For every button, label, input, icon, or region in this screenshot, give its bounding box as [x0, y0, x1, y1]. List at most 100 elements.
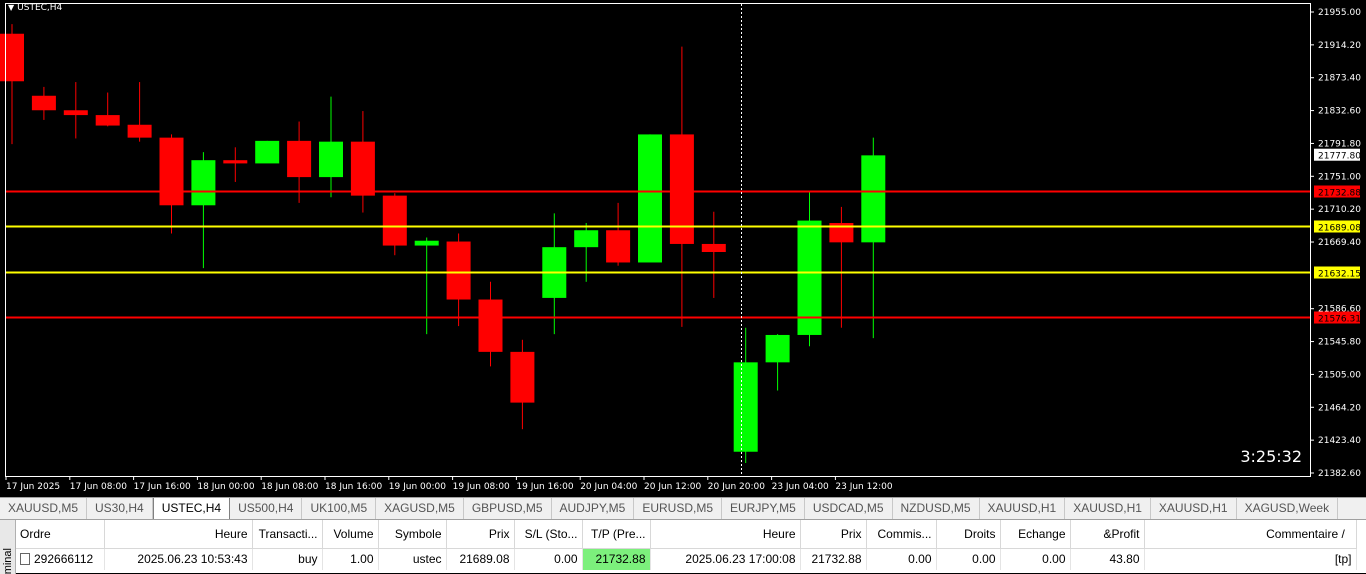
cell-prix-open: 21689.08	[446, 548, 515, 570]
tab-xagusd-week[interactable]: XAGUSD,Week	[1237, 498, 1339, 519]
time-tick-label: 17 Jun 08:00	[70, 482, 127, 492]
tab-uk100-m5[interactable]: UK100,M5	[302, 498, 377, 519]
table-header-row: Ordre Heure Transacti... Volume Symbole …	[16, 520, 1357, 549]
tab-xauusd-h1-b[interactable]: XAUUSD,H1	[1065, 498, 1151, 519]
cell-commentaire: [tp]	[1144, 548, 1357, 570]
table-row[interactable]: 292666112 2025.06.23 10:53:43 buy 1.00 u…	[16, 548, 1357, 570]
dropdown-triangle-icon[interactable]: ▼	[8, 3, 14, 12]
col-ordre[interactable]: Ordre	[16, 520, 105, 549]
candle	[861, 137, 886, 339]
candlestick-chart[interactable]: 21732.88 21689.08 21632.15 21576.31 21955.0…	[0, 0, 1366, 497]
col-transaction[interactable]: Transacti...	[252, 520, 323, 549]
candle	[829, 206, 854, 328]
price-tick-label: 21545.80	[1318, 338, 1361, 348]
col-symbole[interactable]: Symbole	[378, 520, 447, 549]
chart-tabs: XAUUSD,M5 US30,H4 USTEC,H4 US500,H4 UK10…	[0, 497, 1366, 519]
price-level-label: 21632.15	[1318, 270, 1361, 280]
col-profit[interactable]: &Profit	[1070, 520, 1145, 549]
col-prix-open[interactable]: Prix	[446, 520, 515, 549]
candle	[638, 134, 662, 263]
candle-body-bear	[63, 110, 88, 116]
candle-body-bear	[127, 124, 152, 138]
tab-us30-h4[interactable]: US30,H4	[87, 498, 153, 519]
current-price-label: 21777.80	[1318, 152, 1361, 162]
candle-body-bear	[510, 351, 535, 403]
candle	[255, 140, 280, 164]
tab-nzdusd-m5[interactable]: NZDUSD,M5	[893, 498, 980, 519]
cell-volume: 1.00	[322, 548, 379, 570]
candle-body-bull	[733, 362, 758, 452]
cell-symbole: ustec	[378, 548, 447, 570]
candle	[127, 82, 152, 142]
tab-xauusd-h1-c[interactable]: XAUUSD,H1	[1151, 498, 1237, 519]
candle	[350, 111, 375, 213]
col-commission[interactable]: Commis...	[866, 520, 937, 549]
candle-timer: 3:25:32	[1240, 447, 1302, 466]
cell-ordre-value: 292666112	[34, 552, 94, 567]
col-volume[interactable]: Volume	[322, 520, 379, 549]
sort-indicator: /	[1341, 526, 1345, 541]
col-droits[interactable]: Droits	[936, 520, 1001, 549]
time-tick-label: 18 Jun 08:00	[261, 482, 318, 492]
time-tick-label: 17 Jun 16:00	[134, 482, 191, 492]
time-tick-label: 19 Jun 08:00	[453, 482, 510, 492]
candle	[382, 193, 407, 256]
candle	[765, 334, 790, 391]
history-table: Ordre Heure Transacti... Volume Symbole …	[16, 520, 1357, 570]
candle-body-bull	[861, 155, 886, 243]
candle	[606, 202, 631, 266]
price-tick-label: 21505.00	[1318, 370, 1361, 380]
tab-us500-h4[interactable]: US500,H4	[230, 498, 303, 519]
tab-eurusd-m5[interactable]: EURUSD,M5	[634, 498, 723, 519]
cell-transaction: buy	[252, 548, 323, 570]
terminal-panel: minal Ordre Heure Transacti... Volume Sy…	[0, 519, 1366, 574]
col-commentaire[interactable]: Commentaire /	[1144, 520, 1357, 549]
tab-xauusd-h1-a[interactable]: XAUUSD,H1	[980, 498, 1066, 519]
candle	[797, 192, 822, 347]
col-heure-close[interactable]: Heure	[650, 520, 801, 549]
candle	[31, 86, 56, 120]
price-tick-label: 21751.00	[1318, 172, 1361, 182]
tab-gbpusd-m5[interactable]: GBPUSD,M5	[464, 498, 552, 519]
cell-heure-close: 2025.06.23 17:00:08	[650, 548, 801, 570]
candle	[319, 96, 343, 198]
candle-body-bear	[0, 33, 24, 82]
candle	[542, 213, 567, 335]
col-prix-close[interactable]: Prix	[800, 520, 867, 549]
tab-audjpy-m5[interactable]: AUDJPY,M5	[552, 498, 635, 519]
col-sl[interactable]: S/L (Sto...	[514, 520, 583, 549]
time-tick-label: 19 Jun 16:00	[516, 482, 573, 492]
price-tick-label: 21669.40	[1318, 238, 1361, 248]
price-level-label: 21732.88	[1318, 189, 1361, 199]
chart-window[interactable]: 21732.88 21689.08 21632.15 21576.31 21955.0…	[0, 0, 1366, 497]
candle	[510, 339, 535, 430]
col-commentaire-label: Commentaire	[1266, 526, 1339, 541]
tab-xagusd-m5[interactable]: XAGUSD,M5	[376, 498, 464, 519]
tab-ustec-h4[interactable]: USTEC,H4	[152, 498, 231, 519]
col-heure-open[interactable]: Heure	[104, 520, 253, 549]
time-tick-label: 20 Jun 12:00	[644, 482, 701, 492]
cell-echange: 0.00	[1000, 548, 1071, 570]
cell-sl: 0.00	[514, 548, 583, 570]
price-level-label: 21689.08	[1318, 224, 1361, 234]
price-tick-label: 21382.60	[1318, 469, 1361, 479]
candle	[446, 233, 471, 327]
tab-eurjpy-m5[interactable]: EURJPY,M5	[722, 498, 805, 519]
col-tp[interactable]: T/P (Pre...	[582, 520, 651, 549]
price-tick-label: 21955.00	[1318, 8, 1361, 18]
candle-body-bull	[255, 140, 280, 164]
candle	[0, 24, 24, 145]
candle-body-bear	[95, 115, 120, 126]
candle-body-bear	[350, 141, 375, 196]
price-tick-label: 21873.40	[1318, 74, 1361, 84]
candle-body-bull	[191, 160, 216, 206]
col-echange[interactable]: Echange	[1000, 520, 1071, 549]
cell-droits: 0.00	[936, 548, 1001, 570]
candle	[63, 82, 88, 139]
tab-usdcad-m5[interactable]: USDCAD,M5	[805, 498, 893, 519]
terminal-side-strip[interactable]: minal	[0, 520, 16, 574]
symbol-name: USTEC,H4	[17, 3, 63, 13]
symbol-label[interactable]: ▼ USTEC,H4	[8, 3, 62, 13]
tab-xauusd-m5[interactable]: XAUUSD,M5	[0, 498, 88, 519]
order-document-icon	[20, 553, 30, 566]
